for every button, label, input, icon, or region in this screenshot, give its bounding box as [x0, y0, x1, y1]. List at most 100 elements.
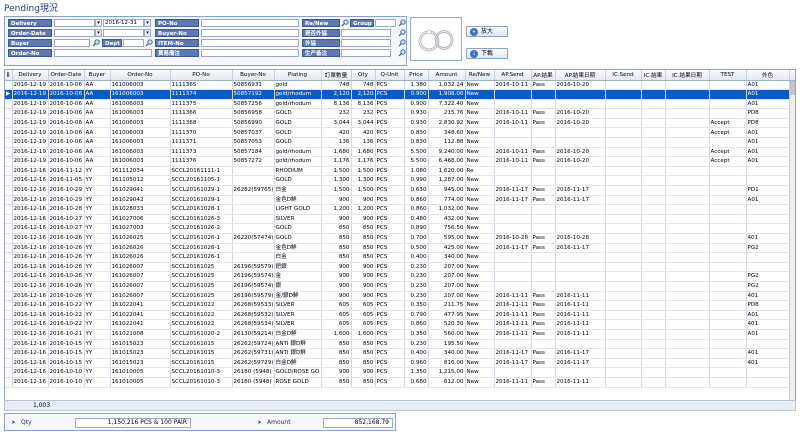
row-indicator[interactable] — [5, 233, 13, 244]
row-indicator[interactable] — [5, 185, 13, 196]
table-row[interactable]: 2016-12-16 2016-10-22 YY 161022041 SCCL20161… — [5, 310, 795, 321]
column-header[interactable]: Pro-Remark — [789, 70, 795, 81]
table-row[interactable]: 2016-12-19 2016-10-06 AA 161006003 1111370 50… — [5, 127, 795, 139]
row-indicator[interactable] — [5, 214, 13, 225]
row-indicator[interactable] — [5, 281, 13, 292]
column-header[interactable]: Order-Date — [48, 70, 85, 81]
column-header[interactable]: Delivery — [12, 70, 49, 81]
row-indicator[interactable] — [5, 99, 13, 110]
production-remark-search-icon[interactable] — [398, 49, 406, 57]
column-header[interactable]: 訂單數量 — [321, 70, 352, 81]
row-indicator[interactable] — [5, 291, 13, 302]
row-indicator[interactable] — [5, 175, 13, 187]
production-remark-input[interactable] — [341, 49, 391, 57]
row-indicator[interactable] — [5, 262, 13, 273]
column-header[interactable]: Amount — [428, 70, 466, 81]
outsource-input[interactable] — [341, 39, 391, 47]
table-row[interactable]: 2016-12-16 2016-11-12 YY 161112034 SCCL20161… — [5, 166, 795, 177]
order-no-input[interactable] — [54, 49, 152, 57]
scrollbar-thumb[interactable] — [790, 81, 795, 95]
column-header[interactable]: IC.結果 — [641, 70, 666, 81]
pending-orders-grid[interactable]: ǁ Delivery Order-Date Buyer Order-No PO-No Bu… — [4, 69, 796, 410]
row-indicator[interactable] — [5, 319, 13, 330]
column-header[interactable]: Plating — [274, 70, 322, 81]
table-row[interactable]: 2016-12-19 2016-10-06 AA 161006003 1111366 50… — [5, 108, 795, 119]
zoom-button[interactable]: + 放大 — [466, 26, 508, 37]
row-indicator[interactable] — [5, 137, 13, 148]
column-header[interactable]: Buyer — [84, 70, 111, 81]
row-indicator[interactable] — [5, 271, 13, 282]
row-indicator[interactable] — [5, 118, 13, 129]
table-row[interactable]: 2016-12-19 2016-10-06 AA 161006003 1111375 50… — [5, 99, 795, 110]
outsource-search-icon[interactable] — [398, 39, 406, 47]
table-row[interactable]: 2016-12-16 2016-10-28 YY 161028033 SCCL20161… — [5, 204, 795, 215]
column-header[interactable]: AP.Send — [494, 70, 532, 81]
column-header[interactable]: Qty — [351, 70, 376, 81]
table-row[interactable]: 2016-12-16 2016-10-26 YY 161026007 SCCL20161… — [5, 291, 795, 302]
table-row[interactable]: 2016-12-19 2016-10-06 AA 161006003 1111373 50… — [5, 147, 795, 158]
column-header[interactable]: AP.結果 — [531, 70, 556, 81]
table-row[interactable]: 2016-12-19 2016-10-06 AA 161006003 1111365 50… — [5, 80, 795, 91]
table-row[interactable]: 2016-12-16 2016-10-29 YY 161029042 SCCL20161… — [5, 195, 795, 206]
download-button[interactable]: ↓ 下載 — [466, 48, 508, 59]
row-selector-header[interactable]: ǁ — [5, 70, 13, 81]
buyer-search-icon[interactable] — [92, 39, 100, 47]
group-search-icon[interactable] — [398, 19, 406, 27]
buyer-input[interactable] — [54, 39, 90, 47]
delivery-to-dropdown[interactable]: ▾ — [144, 19, 151, 27]
table-row[interactable]: 2016-12-16 2016-10-26 YY 161026007 SCCL20161… — [5, 271, 795, 282]
table-row[interactable]: 2016-12-16 2016-10-26 YY 161026026 SCCL20161… — [5, 243, 795, 254]
table-row[interactable]: 2016-12-16 2016-10-15 YY 161015023 SCCL20161… — [5, 358, 795, 369]
table-row[interactable]: 2016-12-16 2016-10-10 YY 161010005 SCCL20161… — [5, 367, 795, 378]
order-date-to-dropdown[interactable]: ▾ — [144, 29, 151, 37]
row-indicator[interactable] — [5, 127, 13, 139]
table-row[interactable]: ▶ 2016-12-19 2016-10-06 AA 161006003 1111374 5… — [5, 89, 795, 100]
column-header[interactable]: PO-No — [170, 70, 233, 81]
row-indicator[interactable] — [5, 147, 13, 158]
column-header[interactable]: Re/New — [465, 70, 495, 81]
send-outsource-input[interactable] — [341, 29, 391, 37]
send-outsource-search-icon[interactable] — [398, 29, 406, 37]
table-row[interactable]: 2016-12-16 2016-10-26 YY 161026007 SCCL20161… — [5, 262, 795, 273]
table-row[interactable]: 2016-12-16 2016-10-26 YY 161026026 SCCL20161… — [5, 252, 795, 263]
buyer-no-input[interactable] — [201, 29, 299, 37]
row-indicator[interactable] — [5, 310, 13, 321]
row-indicator[interactable] — [5, 252, 13, 263]
order-date-to-input[interactable] — [103, 29, 144, 37]
table-row[interactable]: 2016-12-19 2016-10-06 AA 161006003 1111376 50… — [5, 156, 795, 167]
table-row[interactable]: 2016-12-19 2016-10-06 AA 161006003 1111368 50… — [5, 118, 795, 129]
column-header[interactable]: IC.Send — [605, 70, 642, 81]
delivery-from-dropdown[interactable]: ▾ — [95, 19, 102, 27]
item-no-input[interactable] — [201, 39, 299, 47]
row-indicator[interactable] — [5, 80, 13, 91]
column-header[interactable]: Buyer-No — [232, 70, 275, 81]
dept-search-icon[interactable] — [145, 39, 153, 47]
row-indicator[interactable] — [5, 166, 13, 177]
table-row[interactable]: 2016-12-16 2016-11-05 YY 161105012 SCCL20161… — [5, 175, 795, 187]
delivery-from-input[interactable] — [54, 19, 95, 27]
table-row[interactable]: 2016-12-16 2016-10-15 YY 161015023 SCCL20161… — [5, 348, 795, 359]
row-indicator[interactable] — [5, 195, 13, 206]
row-indicator[interactable] — [5, 348, 13, 359]
row-indicator[interactable] — [5, 223, 13, 234]
group-input[interactable] — [375, 19, 396, 27]
table-row[interactable]: 2016-12-16 2016-10-27 YY 161027006 SCCL20161… — [5, 214, 795, 225]
row-indicator[interactable] — [5, 300, 13, 311]
column-header[interactable]: TEST — [709, 70, 747, 81]
row-indicator[interactable] — [5, 377, 13, 388]
re-new-search-icon[interactable] — [341, 19, 349, 27]
order-date-from-dropdown[interactable]: ▾ — [95, 29, 102, 37]
table-row[interactable]: 2016-12-16 2016-10-22 YY 161022041 SCCL20161… — [5, 319, 795, 330]
table-row[interactable]: 2016-12-16 2016-10-27 YY 161027003 SCCL20161… — [5, 223, 795, 234]
column-header[interactable]: Order-No — [110, 70, 171, 81]
row-indicator[interactable] — [5, 156, 13, 167]
table-row[interactable]: 2016-12-16 2016-10-21 YY 161021008 SCCL20161… — [5, 329, 795, 340]
column-header[interactable]: Q-Unit — [375, 70, 405, 81]
column-header[interactable]: AP.結果日期 — [555, 70, 606, 81]
vertical-scrollbar[interactable] — [789, 81, 795, 409]
table-row[interactable]: 2016-12-16 2016-10-10 YY 161010005 SCCL20161… — [5, 377, 795, 388]
column-header[interactable]: 外色 — [746, 70, 790, 81]
row-indicator[interactable]: ▶ — [5, 89, 13, 100]
column-header[interactable]: Price — [404, 70, 429, 81]
row-indicator[interactable] — [5, 367, 13, 378]
